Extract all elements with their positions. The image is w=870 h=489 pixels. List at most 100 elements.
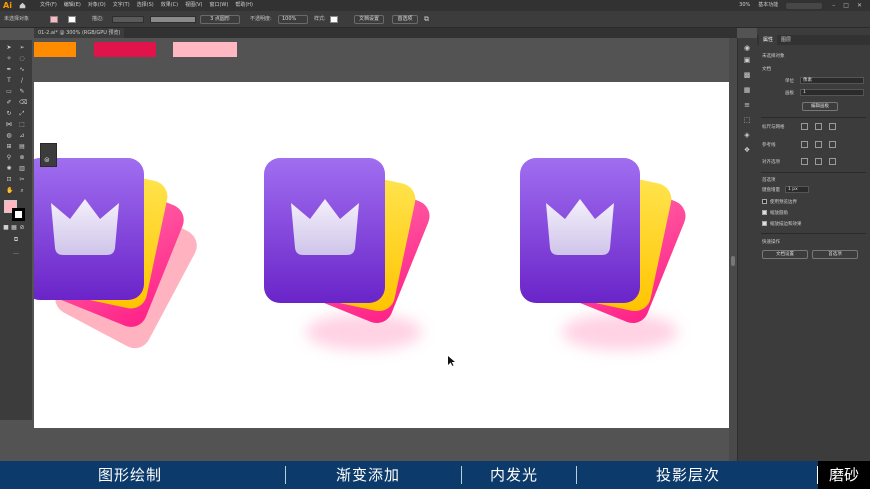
grid-icon[interactable] — [815, 123, 822, 130]
preferences-button[interactable]: 首选项 — [392, 15, 418, 24]
orange-swatch[interactable] — [34, 42, 76, 57]
color-mode-icon[interactable]: ■ — [3, 225, 9, 231]
zoom-level[interactable]: 30% — [739, 0, 750, 11]
scale-tool-icon[interactable]: ⤢ — [19, 111, 25, 117]
pink-swatch[interactable] — [173, 42, 237, 57]
ruler-icon[interactable] — [801, 123, 808, 130]
perspective-tool-icon[interactable]: ⊿ — [19, 133, 25, 139]
gradient-tool-icon[interactable]: ▤ — [19, 144, 25, 150]
shaper-tool-icon[interactable]: ✐ — [6, 100, 12, 106]
lasso-tool-icon[interactable]: ◌ — [19, 56, 25, 62]
line-tool-icon[interactable]: / — [19, 78, 25, 84]
tab-layers[interactable]: 图层 — [777, 35, 795, 45]
quick-preferences-button[interactable]: 首选项 — [812, 250, 858, 259]
menu-type[interactable]: 文字(T) — [113, 0, 130, 11]
smart-guides-icon[interactable] — [829, 141, 836, 148]
vertical-scrollbar[interactable] — [729, 38, 737, 461]
eraser-tool-icon[interactable]: ⌫ — [19, 100, 27, 106]
libraries-icon[interactable]: ▣ — [743, 56, 751, 64]
stroke-swatch[interactable] — [68, 16, 76, 23]
arrange-icon[interactable]: ⧉ — [424, 11, 429, 28]
artboard-dropdown[interactable]: 1 — [800, 89, 864, 96]
artboard[interactable] — [24, 82, 730, 428]
rectangle-tool-icon[interactable]: ▭ — [6, 89, 12, 95]
zoom-tool-icon[interactable]: ⌕ — [19, 188, 25, 194]
menu-edit[interactable]: 编辑(E) — [64, 0, 81, 11]
more-tools-icon[interactable]: … — [11, 250, 21, 256]
guides-lock-icon[interactable] — [815, 141, 822, 148]
draw-mode-icon[interactable]: ⧉ — [11, 237, 21, 243]
width-tool-icon[interactable]: ⋈ — [6, 122, 12, 128]
keyboard-increment-field[interactable]: 1 px — [785, 186, 809, 193]
image-icon[interactable]: ▩ — [743, 71, 751, 79]
align-right-icon[interactable] — [829, 158, 836, 165]
gradient-mode-icon[interactable]: ▦ — [11, 225, 17, 231]
menu-window[interactable]: 窗口(W) — [209, 0, 228, 11]
artboard-tool-icon[interactable]: ⊡ — [6, 177, 12, 183]
magic-wand-tool-icon[interactable]: ✧ — [6, 56, 12, 62]
doc-setup-button[interactable]: 文档设置 — [354, 15, 384, 24]
style-swatch[interactable] — [330, 16, 338, 23]
crimson-swatch[interactable] — [94, 42, 156, 57]
quick-doc-setup-button[interactable]: 文档设置 — [762, 250, 808, 259]
crown-card-icon-2[interactable] — [264, 158, 434, 350]
tab-properties[interactable]: 属性 — [759, 35, 778, 45]
opacity-field[interactable]: 100% — [278, 15, 308, 24]
menu-effect[interactable]: 效果(C) — [161, 0, 178, 11]
maximize-icon[interactable]: □ — [843, 0, 849, 11]
fill-swatch[interactable] — [50, 16, 58, 23]
selection-tool-icon[interactable]: ➤ — [6, 45, 12, 51]
stroke-color-swatch[interactable] — [12, 208, 25, 221]
brushes-icon[interactable]: ⬚ — [743, 116, 751, 124]
slice-tool-icon[interactable]: ✂ — [19, 177, 25, 183]
edit-artboard-button[interactable]: 编辑画板 — [802, 102, 838, 111]
symbols-icon[interactable]: ◈ — [743, 131, 751, 139]
panel-icon-strip: ◉ ▣ ▩ ▦ ≡ ⬚ ◈ ❖ — [737, 38, 757, 461]
crown-card-icon-3[interactable] — [520, 158, 690, 350]
shape-builder-tool-icon[interactable]: ◍ — [6, 133, 12, 139]
hand-tool-icon[interactable]: ✋ — [6, 188, 13, 194]
menu-help[interactable]: 帮助(H) — [235, 0, 253, 11]
stack-icon[interactable]: ≡ — [743, 101, 751, 109]
scale-strokes-checkbox[interactable] — [762, 221, 767, 226]
graph-tool-icon[interactable]: ▥ — [19, 166, 25, 172]
preview-bounds-checkbox[interactable] — [762, 199, 767, 204]
none-mode-icon[interactable]: ⊘ — [19, 225, 25, 231]
direct-selection-tool-icon[interactable]: ➢ — [19, 45, 25, 51]
symbol-sprayer-tool-icon[interactable]: ✺ — [6, 166, 12, 172]
curvature-tool-icon[interactable]: ∿ — [19, 67, 25, 73]
variable-width-dropdown[interactable] — [150, 16, 196, 23]
graphic-styles-icon[interactable]: ❖ — [743, 146, 751, 154]
free-transform-tool-icon[interactable]: ⬚ — [19, 122, 25, 128]
stroke-weight-dropdown[interactable] — [112, 16, 144, 23]
units-dropdown[interactable]: 像素 — [800, 77, 864, 84]
document-tab[interactable]: 01-2.ai* @ 300% (RGB/GPU 预览) — [34, 28, 125, 38]
pen-tool-icon[interactable]: ✒ — [6, 67, 12, 73]
blend-tool-icon[interactable]: ⊗ — [19, 155, 25, 161]
home-icon[interactable] — [19, 2, 26, 9]
mesh-tool-icon[interactable]: ⊞ — [6, 144, 12, 150]
menu-view[interactable]: 视图(V) — [185, 0, 202, 11]
layers-mini-icon[interactable]: ⊜ — [44, 156, 50, 164]
align-center-icon[interactable] — [815, 158, 822, 165]
workspace-switcher[interactable]: 基本功能 — [758, 0, 778, 11]
rotate-tool-icon[interactable]: ↻ — [6, 111, 12, 117]
minimize-icon[interactable]: – — [832, 0, 835, 11]
type-tool-icon[interactable]: T — [6, 78, 12, 84]
search-input[interactable] — [786, 2, 823, 9]
scale-corners-checkbox[interactable] — [762, 210, 767, 215]
crown-card-icon-1[interactable] — [24, 158, 202, 354]
pixel-grid-icon[interactable] — [829, 123, 836, 130]
paintbrush-tool-icon[interactable]: ✎ — [19, 89, 25, 95]
properties-icon[interactable]: ◉ — [743, 44, 751, 52]
guides-show-icon[interactable] — [801, 141, 808, 148]
menu-file[interactable]: 文件(F) — [40, 0, 57, 11]
scroll-thumb[interactable] — [731, 256, 735, 266]
close-icon[interactable]: ✕ — [857, 0, 862, 11]
eyedropper-tool-icon[interactable]: ⚲ — [6, 155, 12, 161]
menu-select[interactable]: 选择(S) — [137, 0, 154, 11]
align-left-icon[interactable] — [801, 158, 808, 165]
brush-dropdown[interactable]: 3 点圆形 — [200, 15, 240, 24]
swatches-icon[interactable]: ▦ — [743, 86, 751, 94]
menu-object[interactable]: 对象(O) — [88, 0, 106, 11]
